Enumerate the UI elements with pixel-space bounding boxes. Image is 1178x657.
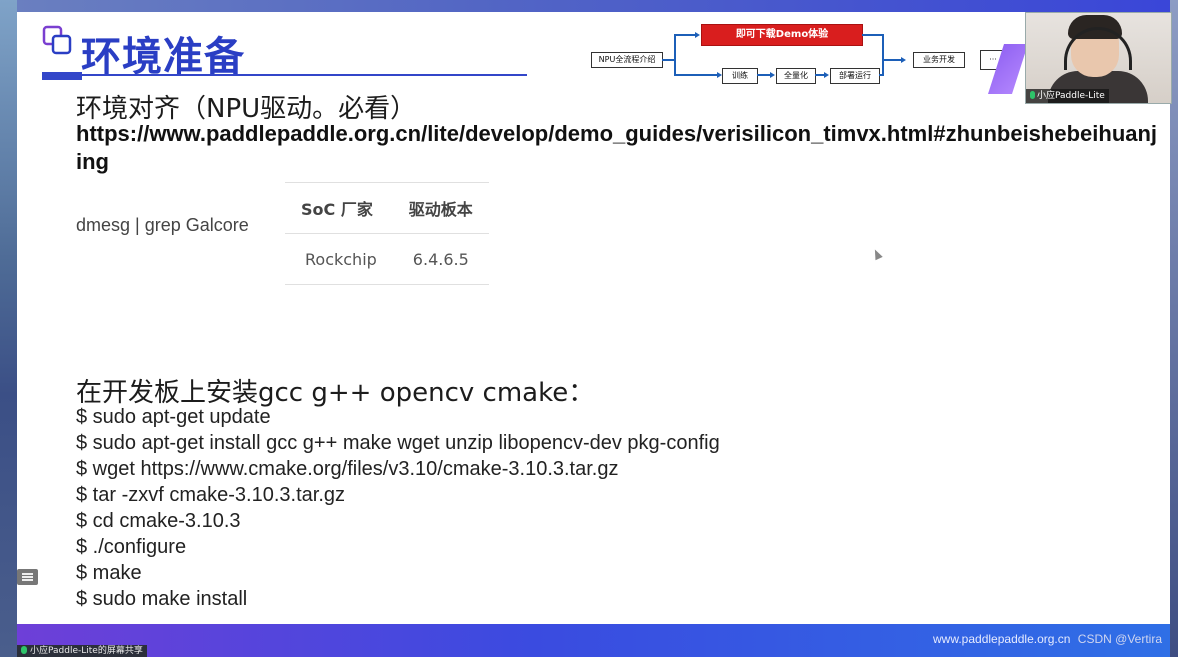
flow-box-demo: 即可下载Demo体验 xyxy=(701,24,863,46)
command-line: $ sudo apt-get update xyxy=(76,406,271,428)
workflow-diagram: NPU全流程介绍 即可下载Demo体验 训练 全量化 部署运行 业务开发 ··· xyxy=(591,24,1006,84)
webcam-name-label: 小应Paddle-Lite xyxy=(1026,89,1109,103)
flow-box-business: 业务开发 xyxy=(913,52,965,68)
flow-box-quant: 全量化 xyxy=(776,68,816,84)
flow-connector xyxy=(662,59,674,61)
command-line: $ make xyxy=(76,562,142,584)
command-list: $ sudo apt-get update $ sudo apt-get ins… xyxy=(76,404,720,612)
flow-arrow xyxy=(770,72,775,78)
flow-connector xyxy=(882,34,884,76)
command-line: $ wget https://www.cmake.org/files/v3.10… xyxy=(76,458,619,480)
table-header-row: SoC 厂家 驱动板本 xyxy=(285,182,489,234)
flow-arrow xyxy=(695,32,700,38)
flow-box-deploy: 部署运行 xyxy=(830,68,880,84)
slide-footer: www.paddlepaddle.org.cn CSDN @Vertira xyxy=(17,624,1170,657)
presentation-slide: 环境准备 NPU全流程介绍 即可下载Demo体验 训练 全量化 部署运行 业务开… xyxy=(17,12,1170,624)
presenter-webcam[interactable]: 小应Paddle-Lite xyxy=(1025,12,1172,104)
dmesg-command: dmesg | grep Galcore xyxy=(76,215,249,235)
footer-url: www.paddlepaddle.org.cn CSDN @Vertira xyxy=(933,632,1162,646)
command-line: $ ./configure xyxy=(76,536,187,558)
docs-link[interactable]: https://www.paddlepaddle.org.cn/lite/dev… xyxy=(76,120,1161,176)
list-menu-icon[interactable] xyxy=(17,569,38,585)
table-row: Rockchip 6.4.6.5 xyxy=(285,233,489,285)
title-squares-icon xyxy=(42,25,72,55)
webcam-name: 小应Paddle-Lite xyxy=(1037,91,1105,101)
table-cell-soc: Rockchip xyxy=(285,233,393,285)
flow-connector xyxy=(674,34,676,75)
flow-connector xyxy=(882,59,902,61)
table-header-driver: 驱动板本 xyxy=(392,182,489,234)
command-line: $ tar -zxvf cmake-3.10.3.tar.gz xyxy=(76,484,345,506)
flow-connector xyxy=(862,34,882,36)
command-line: $ cd cmake-3.10.3 xyxy=(76,510,241,532)
slide-top-banner xyxy=(17,0,1170,12)
share-label: 小应Paddle-Lite的屏幕共享 xyxy=(30,646,143,656)
flow-arrow xyxy=(901,57,906,63)
soc-driver-table: SoC 厂家 驱动板本 Rockchip 6.4.6.5 xyxy=(285,182,489,285)
flow-connector xyxy=(674,34,696,36)
command-line: $ sudo apt-get install gcc g++ make wget… xyxy=(76,432,720,454)
flow-connector xyxy=(757,74,771,76)
flow-box-intro: NPU全流程介绍 xyxy=(591,52,663,68)
flow-connector xyxy=(674,74,719,76)
command-line: $ sudo make install xyxy=(76,588,248,610)
table-cell-driver: 6.4.6.5 xyxy=(392,233,489,285)
microphone-icon xyxy=(1030,91,1035,99)
title-underline xyxy=(42,74,527,76)
table-header-soc: SoC 厂家 xyxy=(285,182,393,234)
footer-url-text: www.paddlepaddle.org.cn xyxy=(933,632,1071,646)
mouse-cursor-icon xyxy=(871,247,883,261)
title-underline-accent xyxy=(42,72,82,80)
screen-share-indicator[interactable]: 小应Paddle-Lite的屏幕共享 xyxy=(17,645,147,657)
desktop-background-left xyxy=(0,0,17,657)
microphone-icon xyxy=(21,646,27,654)
flow-arrow xyxy=(824,72,829,78)
csdn-watermark: CSDN @Vertira xyxy=(1077,632,1162,646)
flow-box-train: 训练 xyxy=(722,68,758,84)
